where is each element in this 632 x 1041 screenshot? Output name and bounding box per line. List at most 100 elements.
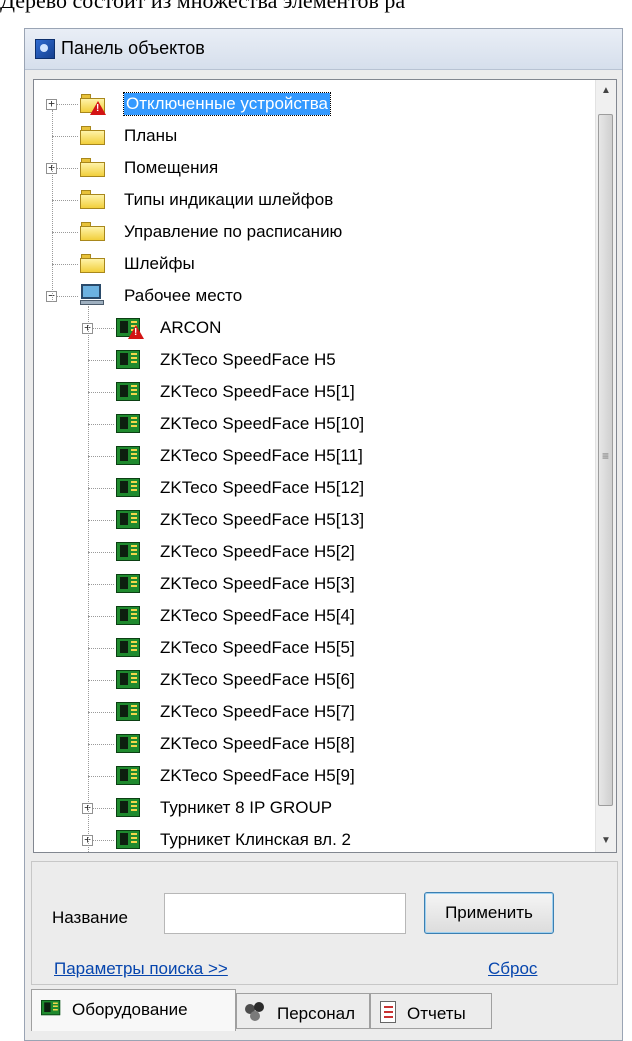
device-board-icon — [116, 350, 142, 369]
tree-item[interactable]: ZKTeco SpeedFace H5[9] — [34, 760, 574, 792]
tree-item-label: ZKTeco SpeedFace H5[13] — [160, 510, 365, 529]
device-board-icon — [116, 446, 142, 465]
tree-item[interactable]: ZKTeco SpeedFace H5[1] — [34, 376, 574, 408]
name-label: Название — [52, 908, 128, 927]
tree-item-label: ARCON — [160, 318, 222, 337]
tree-item-label: ZKTeco SpeedFace H5[10] — [160, 414, 365, 433]
tree-connector — [88, 360, 114, 361]
tree-connector — [52, 264, 78, 265]
window-title: Панель объектов — [61, 38, 205, 58]
scrollbar-thumb[interactable]: ≡ — [598, 114, 613, 806]
tree-item[interactable]: ZKTeco SpeedFace H5[3] — [34, 568, 574, 600]
tree-connector — [88, 712, 114, 713]
grip-icon: ≡ — [602, 449, 610, 463]
tree-item[interactable]: + Помещения — [34, 152, 574, 184]
tree-connector — [88, 520, 114, 521]
tree-item[interactable]: Управление по расписанию — [34, 216, 574, 248]
tree-item-label: Шлейфы — [124, 254, 195, 273]
vertical-scrollbar[interactable]: ▲ ≡ ▼ — [595, 80, 616, 852]
device-board-icon — [116, 670, 142, 689]
tree-item-label: ZKTeco SpeedFace H5[5] — [160, 638, 355, 657]
tree-item[interactable]: ZKTeco SpeedFace H5[11] — [34, 440, 574, 472]
device-board-icon — [116, 830, 142, 849]
tree-connector — [88, 648, 114, 649]
device-board-icon — [116, 382, 142, 401]
tree-item[interactable]: ZKTeco SpeedFace H5[12] — [34, 472, 574, 504]
tree-item[interactable]: Планы — [34, 120, 574, 152]
tree-item-label: ZKTeco SpeedFace H5[11] — [160, 446, 363, 465]
folder-icon — [80, 222, 106, 241]
tab-equipment[interactable]: Оборудование — [31, 989, 236, 1031]
tree-item-label: Отключенные устройства — [123, 92, 331, 116]
device-board-icon — [116, 478, 142, 497]
tree-item[interactable]: ZKTeco SpeedFace H5[7] — [34, 696, 574, 728]
tree-item[interactable]: ZKTeco SpeedFace H5[13] — [34, 504, 574, 536]
app-icon — [35, 39, 55, 59]
tree-item[interactable]: + Турникет 8 IP GROUP — [34, 792, 574, 824]
tree-connector — [88, 616, 114, 617]
tree-item[interactable]: Шлейфы — [34, 248, 574, 280]
tree-connector — [88, 456, 114, 457]
tree-connector — [88, 744, 114, 745]
tree-connector — [52, 200, 78, 201]
tree-connector — [52, 136, 78, 137]
tree-item[interactable]: ZKTeco SpeedFace H5[10] — [34, 408, 574, 440]
tree-item-label: ZKTeco SpeedFace H5[1] — [160, 382, 355, 401]
search-panel: Название Применить Параметры поиска >> С… — [31, 861, 618, 985]
tree-connector — [88, 424, 114, 425]
tree-item[interactable]: +! Отключенные устройства — [34, 88, 574, 120]
tree-item[interactable]: ZKTeco SpeedFace H5[6] — [34, 664, 574, 696]
tree-item[interactable]: ZKTeco SpeedFace H5[2] — [34, 536, 574, 568]
reset-link[interactable]: Сброс — [488, 959, 537, 979]
tree-connector — [88, 776, 114, 777]
search-params-link[interactable]: Параметры поиска >> — [54, 959, 228, 979]
tree-connector — [52, 232, 78, 233]
device-board-icon — [116, 414, 142, 433]
tree-item-label: ZKTeco SpeedFace H5 — [160, 350, 336, 369]
bottom-tabs: Оборудование Персонал Отчеты — [31, 989, 618, 1033]
tab-reports[interactable]: Отчеты — [370, 993, 492, 1029]
device-board-icon — [116, 766, 142, 785]
apply-button[interactable]: Применить — [424, 892, 554, 934]
tree-item[interactable]: +! ARCON — [34, 312, 574, 344]
device-board-icon — [116, 542, 142, 561]
expand-icon[interactable]: + — [46, 98, 57, 110]
scroll-down-arrow-icon[interactable]: ▼ — [596, 830, 616, 852]
folder-icon — [80, 158, 106, 177]
device-board-icon — [116, 510, 142, 529]
device-warning-icon: ! — [116, 318, 144, 339]
tree-item-label: ZKTeco SpeedFace H5[7] — [160, 702, 355, 721]
title-bar: Панель объектов — [25, 29, 622, 70]
device-board-icon — [116, 702, 142, 721]
tree-item[interactable]: ZKTeco SpeedFace H5[5] — [34, 632, 574, 664]
tree-item-label: ZKTeco SpeedFace H5[3] — [160, 574, 355, 593]
tree-item-label: ZKTeco SpeedFace H5[12] — [160, 478, 365, 497]
tree-item-label: Турникет Клинская вл. 2 — [160, 830, 351, 849]
tree-item[interactable]: + Турникет Клинская вл. 2 — [34, 824, 574, 852]
tab-personnel[interactable]: Персонал — [236, 993, 370, 1029]
tree-item[interactable]: Типы индикации шлейфов — [34, 184, 574, 216]
name-input[interactable] — [164, 893, 406, 934]
folder-icon — [80, 254, 106, 273]
people-icon — [245, 1002, 267, 1022]
tree-item[interactable]: ZKTeco SpeedFace H5[8] — [34, 728, 574, 760]
tree-connector — [88, 680, 114, 681]
device-board-icon — [116, 638, 142, 657]
device-board-icon — [116, 606, 142, 625]
tree-item-label: ZKTeco SpeedFace H5[8] — [160, 734, 355, 753]
object-tree[interactable]: +! Отключенные устройства Планы + Помещения Т… — [33, 79, 617, 853]
tree-connector — [88, 584, 114, 585]
tree-item[interactable]: ZKTeco SpeedFace H5 — [34, 344, 574, 376]
tree-item[interactable]: ZKTeco SpeedFace H5[4] — [34, 600, 574, 632]
tree-item-label: Турникет 8 IP GROUP — [160, 798, 333, 817]
tree-connector — [88, 552, 114, 553]
tree-item[interactable]: − Рабочее место — [34, 280, 574, 312]
tree-item-label: ZKTeco SpeedFace H5[9] — [160, 766, 355, 785]
device-board-icon — [116, 798, 142, 817]
tree-item-label: Управление по расписанию — [124, 222, 343, 241]
device-board-icon — [41, 1000, 62, 1016]
document-caption: Дерево состоит из множества элементов ра — [0, 0, 406, 13]
scroll-up-arrow-icon[interactable]: ▲ — [596, 80, 616, 102]
tree-item-label: Планы — [124, 126, 178, 145]
tree-connector — [88, 392, 114, 393]
